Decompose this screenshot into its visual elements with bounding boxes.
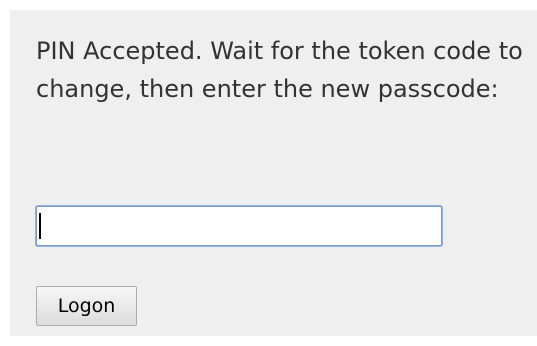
logon-button[interactable]: Logon [36, 286, 137, 326]
logon-panel: PIN Accepted. Wait for the token code to… [10, 10, 537, 336]
passcode-input[interactable] [36, 206, 442, 246]
text-cursor [39, 213, 41, 239]
prompt-message: PIN Accepted. Wait for the token code to… [36, 37, 523, 103]
